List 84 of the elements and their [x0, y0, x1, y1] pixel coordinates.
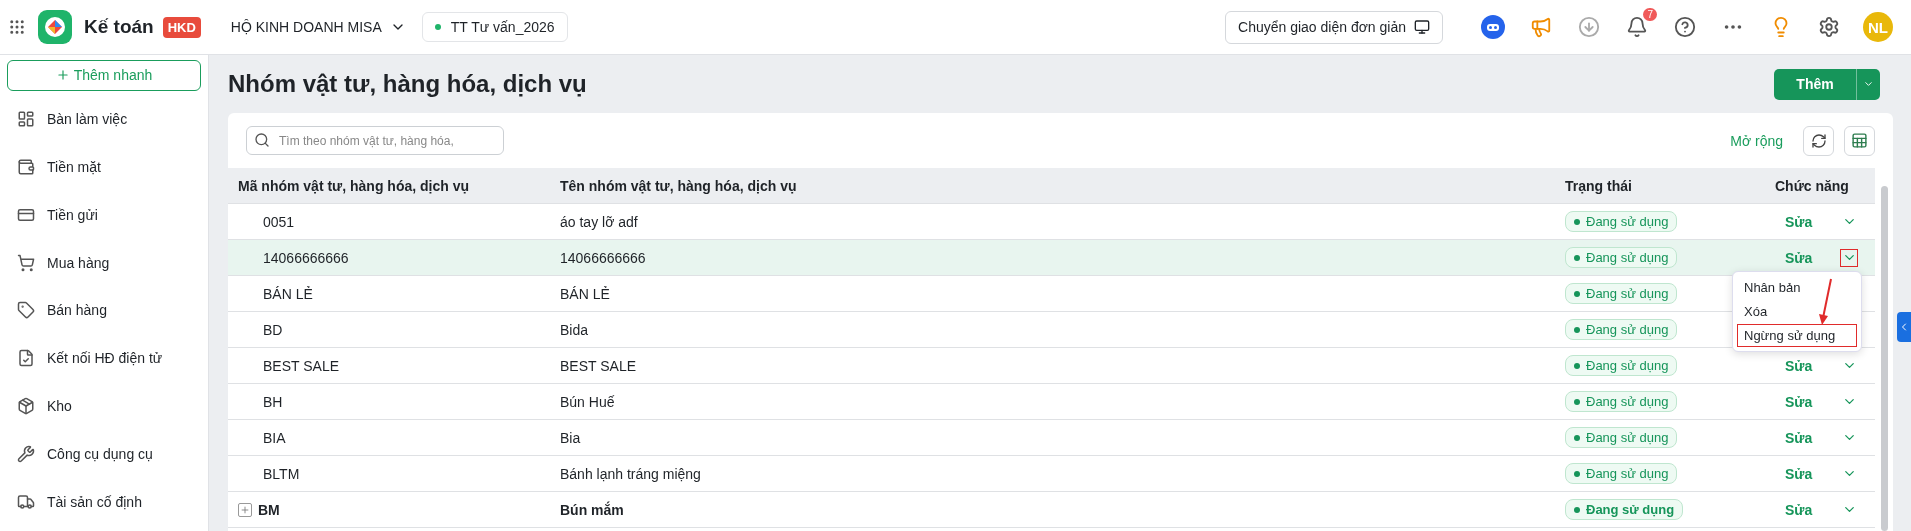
status-tag: Đang sử dụng: [1565, 247, 1678, 268]
sidebar-item[interactable]: Mua hàng: [7, 242, 201, 283]
table-cell: Bún Huế: [560, 393, 615, 410]
status-tag: Đang sử dụng: [1565, 319, 1678, 340]
expand-row-button[interactable]: [238, 502, 252, 517]
sidebar-item[interactable]: Bán hàng: [7, 290, 201, 331]
truck-icon: [17, 493, 35, 511]
company-selector[interactable]: HỘ KINH DOANH MISA: [224, 18, 412, 36]
status-tag: Đang sử dụng: [1565, 355, 1678, 376]
sidebar-item[interactable]: Công cụ dụng cụ: [7, 434, 201, 475]
scrollbar-thumb[interactable]: [1880, 186, 1888, 531]
menu-item[interactable]: Nhân bản: [1737, 275, 1857, 299]
table-cell: BH: [263, 393, 283, 410]
download-icon[interactable]: [1576, 14, 1602, 40]
table-cell: 14066666666: [560, 249, 646, 266]
annotation-arrow: [1818, 277, 1834, 326]
sidebar-item[interactable]: Kho: [7, 386, 201, 427]
notification-count: 7: [1643, 8, 1657, 21]
table-cell: BIA: [263, 429, 286, 446]
expand-link[interactable]: Mở rộng: [1730, 132, 1783, 149]
table-cell: 14066666666: [263, 249, 349, 266]
app-name: Kế toán: [84, 16, 154, 38]
table-cell: BÁN LẺ: [560, 285, 610, 302]
box-icon: [17, 397, 35, 416]
status-tag: Đang sử dụng: [1565, 391, 1678, 412]
sidebar-item[interactable]: Kết nối HĐ điện tử: [7, 338, 201, 379]
edit-link[interactable]: Sửa: [1785, 393, 1813, 410]
document-check-icon: [17, 349, 35, 368]
collapse-panel-button[interactable]: [1897, 312, 1911, 342]
menu-item[interactable]: Xóa: [1737, 299, 1857, 323]
cart-icon: [17, 253, 35, 272]
refresh-icon: [1810, 132, 1827, 149]
wallet-icon: [17, 157, 35, 176]
plus-icon: [55, 68, 70, 83]
table-cell: Bida: [560, 321, 589, 338]
spreadsheet-icon: [1851, 132, 1868, 149]
apps-grid-icon[interactable]: [8, 18, 26, 36]
assistant-bot-icon[interactable]: [1480, 14, 1506, 40]
status-tag: Đang sử dụng: [1565, 427, 1678, 448]
monitor-icon: [1414, 19, 1430, 35]
switch-interface-button[interactable]: Chuyển giao diện đơn giản: [1225, 10, 1443, 44]
table-cell: Bia: [560, 429, 581, 446]
status-tag: Đang sử dụng: [1565, 499, 1684, 520]
table-cell: 0051: [263, 213, 295, 230]
table-cell: Bún mắm: [560, 501, 624, 518]
column-header: Mã nhóm vật tư, hàng hóa, dịch vụ: [237, 177, 471, 194]
edit-link[interactable]: Sửa: [1785, 357, 1813, 374]
edit-link[interactable]: Sửa: [1785, 465, 1813, 482]
dashboard-icon: [17, 109, 35, 128]
app-logo-icon: [38, 10, 72, 44]
refresh-button[interactable]: [1803, 125, 1834, 156]
table-cell: BD: [263, 321, 283, 338]
sidebar-item[interactable]: Tài sản cố định: [7, 482, 201, 522]
table-cell: BM: [258, 501, 280, 518]
table-cell: BEST SALE: [263, 357, 339, 374]
dataset-selector[interactable]: TT Tư vấn_2026: [421, 12, 568, 42]
edit-link[interactable]: Sửa: [1785, 501, 1813, 518]
menu-item[interactable]: Ngừng sử dụng: [1737, 323, 1857, 347]
sidebar-item[interactable]: Tiền mặt: [7, 146, 201, 187]
column-header: Tên nhóm vật tư, hàng hóa, dịch vụ: [560, 177, 798, 194]
sidebar-item[interactable]: Tiền gửi: [7, 194, 201, 235]
edit-link[interactable]: Sửa: [1785, 429, 1813, 446]
search-icon: [254, 132, 270, 148]
help-icon[interactable]: [1672, 14, 1698, 40]
status-tag: Đang sử dụng: [1565, 283, 1678, 304]
tag-icon: [17, 301, 35, 320]
column-header: Chức năng: [1774, 177, 1850, 194]
wrench-icon: [17, 445, 35, 464]
table-cell: BÁN LẺ: [263, 285, 313, 302]
sidebar-item[interactable]: Bàn làm việc: [7, 98, 201, 139]
edit-link[interactable]: Sửa: [1785, 213, 1813, 230]
status-tag: Đang sử dụng: [1565, 463, 1678, 484]
table-cell: BEST SALE: [560, 357, 636, 374]
search-field[interactable]: Tìm theo nhóm vật tư, hàng hóa,: [246, 126, 504, 155]
table-cell: BLTM: [263, 465, 300, 482]
row-menu-button[interactable]: [1840, 248, 1859, 267]
table-cell: Bánh lạnh tráng miệng: [560, 465, 701, 482]
export-excel-button[interactable]: [1844, 125, 1875, 156]
table-cell: áo tay lỡ adf: [560, 213, 638, 230]
column-header: Trạng thái: [1565, 177, 1633, 194]
page-title: Nhóm vật tư, hàng hóa, dịch vụ: [228, 70, 587, 98]
app-edition-badge: HKD: [162, 16, 201, 38]
quick-add-button[interactable]: Thêm nhanh: [7, 60, 201, 91]
status-tag: Đang sử dụng: [1565, 211, 1678, 232]
